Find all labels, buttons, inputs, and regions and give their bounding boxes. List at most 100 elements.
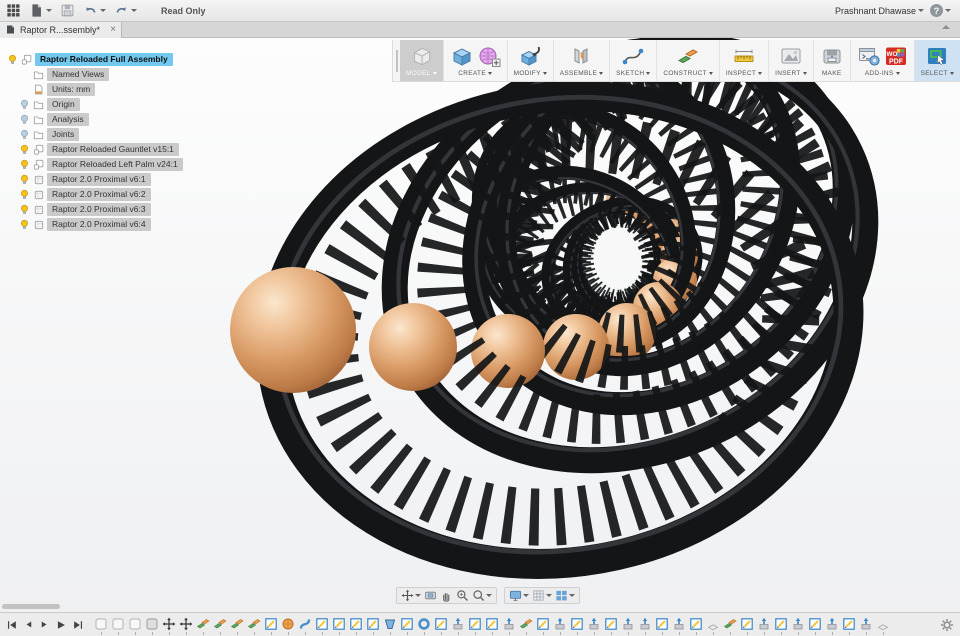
timeline-item-sketch[interactable] — [400, 617, 414, 635]
visibility-bulb-icon[interactable] — [6, 54, 18, 65]
visibility-bulb-icon[interactable] — [18, 204, 30, 215]
step-back-button[interactable] — [23, 619, 34, 630]
toolbar-group-construct[interactable]: CONSTRUCT — [657, 40, 720, 81]
visibility-bulb-icon[interactable] — [18, 114, 30, 125]
visibility-bulb-icon[interactable] — [18, 159, 30, 170]
timeline-item-body[interactable] — [145, 617, 159, 635]
timeline-item-sketch[interactable] — [434, 617, 448, 635]
browser-item[interactable]: Raptor 2.0 Proximal v6:4 — [6, 217, 206, 232]
timeline-item-move[interactable] — [162, 617, 176, 635]
visibility-bulb-icon[interactable] — [18, 129, 30, 140]
model-cube-icon[interactable] — [408, 43, 434, 69]
timeline-item-sketch[interactable] — [740, 617, 754, 635]
timeline-item-plane[interactable] — [519, 617, 533, 635]
timeline-item-sketch[interactable] — [485, 617, 499, 635]
timeline-item-component[interactable] — [128, 617, 142, 635]
toolbar-group-make[interactable]: MAKE — [814, 40, 851, 81]
user-menu[interactable]: Prashnant Dhawase — [832, 1, 927, 21]
gear-icon[interactable] — [940, 618, 954, 636]
timeline-item-form[interactable] — [281, 617, 295, 635]
timeline-item-extrude[interactable] — [502, 617, 516, 635]
browser-item[interactable]: Raptor 2.0 Proximal v6:3 — [6, 202, 206, 217]
sketch-spline-icon[interactable] — [621, 44, 645, 68]
browser-item[interactable]: Units: mm — [6, 82, 206, 97]
timeline-item-extrude[interactable] — [621, 617, 635, 635]
timeline-item-sketch[interactable] — [604, 617, 618, 635]
timeline-item-plane[interactable] — [247, 617, 261, 635]
toolbar-group-select[interactable]: SELECT — [914, 40, 960, 81]
timeline-item-extrude[interactable] — [587, 617, 601, 635]
browser-item[interactable]: Named Views — [6, 67, 206, 82]
modify-press-icon[interactable] — [518, 44, 542, 68]
visibility-bulb-icon[interactable] — [18, 99, 30, 110]
timeline-item-torus[interactable] — [417, 617, 431, 635]
browser-item[interactable]: Raptor Reloaded Full Assembly — [6, 52, 206, 67]
timeline-item-extrude[interactable] — [757, 617, 771, 635]
toolbar-group-modify[interactable]: MODIFY — [508, 40, 554, 81]
go-to-end-button[interactable] — [72, 619, 84, 631]
timeline-item-sketch[interactable] — [536, 617, 550, 635]
timeline-item-extrude[interactable] — [451, 617, 465, 635]
timeline-item-sketch[interactable] — [808, 617, 822, 635]
play-button[interactable] — [55, 619, 67, 631]
timeline-item-extrude[interactable] — [638, 617, 652, 635]
grid-settings-button[interactable] — [532, 589, 552, 602]
browser-item[interactable]: Origin — [6, 97, 206, 112]
fit-button[interactable] — [472, 589, 492, 602]
addins-scripts-icon[interactable] — [857, 44, 881, 68]
browser-item[interactable]: Analysis — [6, 112, 206, 127]
visibility-bulb-icon[interactable] — [18, 189, 30, 200]
timeline-item-sketch[interactable] — [774, 617, 788, 635]
close-icon[interactable]: × — [110, 25, 116, 35]
timeline-item-extrude[interactable] — [553, 617, 567, 635]
timeline-item-fillet[interactable] — [706, 617, 720, 635]
pan-button[interactable] — [440, 589, 453, 602]
timeline-item-sketch[interactable] — [842, 617, 856, 635]
timeline-item-plane[interactable] — [213, 617, 227, 635]
timeline-item-component[interactable] — [111, 617, 125, 635]
select-tool-icon[interactable] — [925, 44, 949, 68]
toolbar-group-addins[interactable]: WO PDF ADD-INS — [851, 40, 915, 81]
timeline-item-sketch[interactable] — [366, 617, 380, 635]
file-menu-button[interactable] — [26, 1, 55, 21]
timeline-item-extrude[interactable] — [825, 617, 839, 635]
timeline-item-sketch[interactable] — [349, 617, 363, 635]
inspect-measure-icon[interactable] — [732, 44, 756, 68]
step-forward-button[interactable] — [39, 619, 50, 630]
redo-button[interactable] — [111, 1, 140, 21]
toolbar-group-sketch[interactable]: SKETCH — [610, 40, 658, 81]
timeline-item-sketch[interactable] — [332, 617, 346, 635]
timeline-item-plane[interactable] — [230, 617, 244, 635]
viewports-button[interactable] — [555, 589, 575, 602]
zoom-button[interactable] — [456, 589, 469, 602]
timeline-item-move[interactable] — [179, 617, 193, 635]
make-print-icon[interactable] — [820, 44, 844, 68]
visibility-bulb-icon[interactable] — [18, 174, 30, 185]
browser-item[interactable]: Raptor Reloaded Gauntlet v15:1 — [6, 142, 206, 157]
orbit-button[interactable] — [401, 589, 421, 602]
toolbar-group-model[interactable]: MODEL — [400, 40, 444, 81]
timeline-item-sketch[interactable] — [689, 617, 703, 635]
timeline-item-fillet[interactable] — [876, 617, 890, 635]
timeline-item-sketch[interactable] — [315, 617, 329, 635]
create-box-icon[interactable] — [450, 44, 474, 68]
browser-item[interactable]: Joints — [6, 127, 206, 142]
visibility-bulb-icon[interactable] — [18, 144, 30, 155]
timeline-item-extrude[interactable] — [791, 617, 805, 635]
construct-planes-icon[interactable] — [676, 44, 700, 68]
toolbar-grip[interactable] — [393, 40, 400, 81]
go-to-start-button[interactable] — [6, 619, 18, 631]
browser-item[interactable]: Raptor Reloaded Left Palm v24:1 — [6, 157, 206, 172]
timeline-item-extrude[interactable] — [672, 617, 686, 635]
viewport-canvas[interactable]: MODEL CREATE MODIFY ASSEMBLE SKETCH CONSTRUCT… — [0, 38, 960, 612]
browser-item[interactable]: Raptor 2.0 Proximal v6:1 — [6, 172, 206, 187]
help-menu[interactable]: ? — [927, 1, 954, 21]
timeline-item-component[interactable] — [94, 617, 108, 635]
timeline-item-plane[interactable] — [196, 617, 210, 635]
timeline-item-sketch[interactable] — [264, 617, 278, 635]
browser-item[interactable]: Raptor 2.0 Proximal v6:2 — [6, 187, 206, 202]
addins-pdf-icon[interactable]: WO PDF — [884, 44, 908, 68]
timeline-item-sketch[interactable] — [570, 617, 584, 635]
timeline-item-sweep[interactable] — [298, 617, 312, 635]
timeline-scroll-grip[interactable] — [2, 604, 60, 609]
